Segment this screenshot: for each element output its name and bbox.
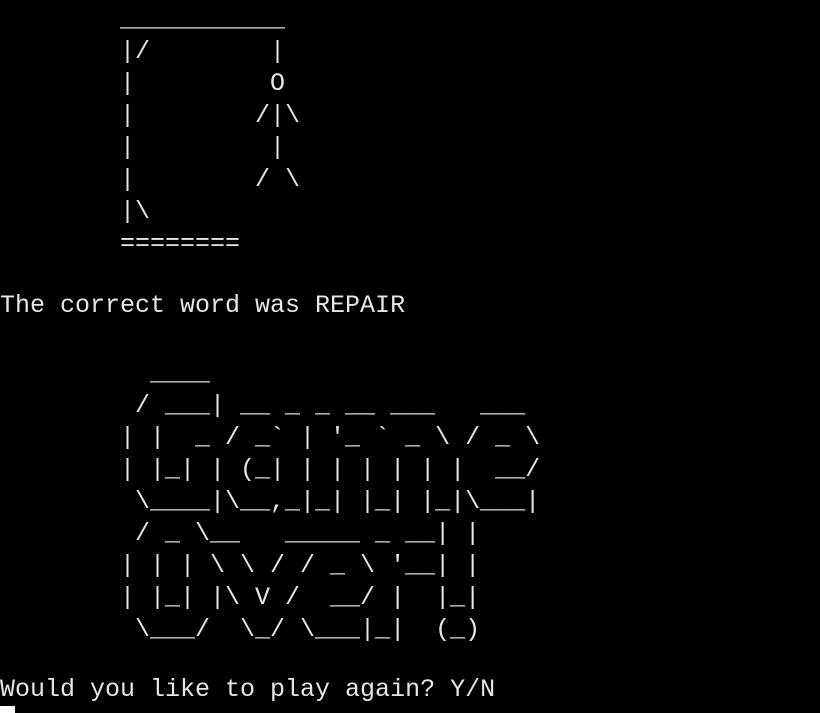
correct-word-message: The correct word was REPAIR (0, 291, 406, 320)
input-cursor[interactable] (0, 706, 15, 713)
hangman-ascii-art: ___________ |/ | | O | /|\ | | | / \ |\ … (120, 5, 301, 258)
game-over-ascii-banner: ____ / ___| __ _ _ __ ___ ___ | | _ / _`… (120, 359, 541, 644)
play-again-prompt: Would you like to play again? Y/N (0, 675, 496, 704)
terminal-window[interactable]: ___________ |/ | | O | /|\ | | | / \ |\ … (0, 0, 820, 713)
